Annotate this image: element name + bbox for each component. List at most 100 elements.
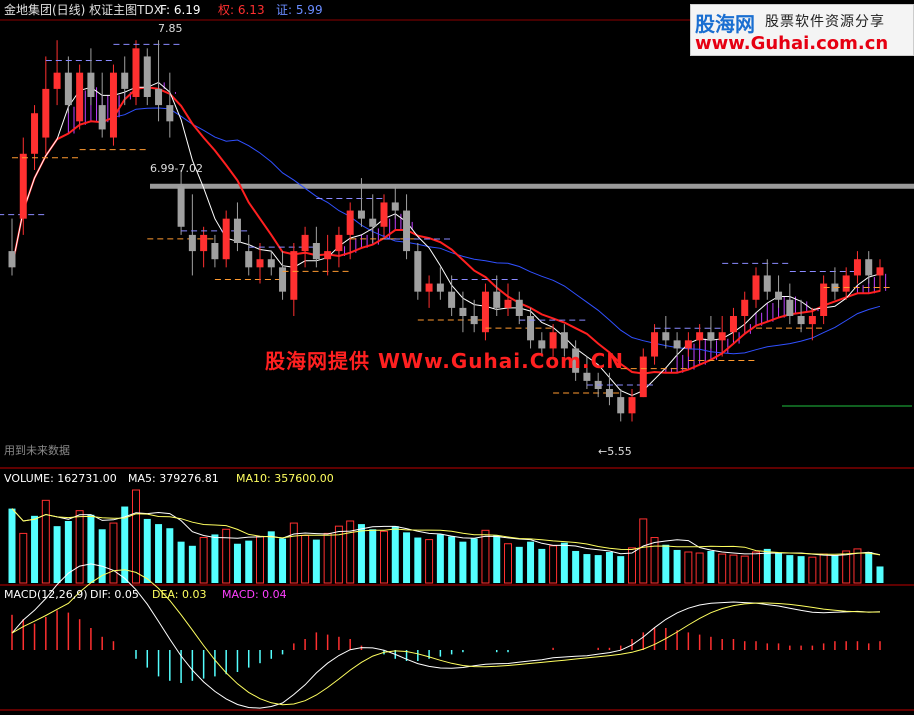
volume-bar: [448, 536, 456, 583]
volume-bar: [662, 544, 670, 583]
volume-bar: [87, 514, 95, 583]
volume-bar: [31, 515, 39, 583]
volume-bar: [605, 552, 613, 583]
candle-body: [504, 299, 512, 308]
candle-body: [842, 275, 850, 292]
volume-bar: [391, 526, 399, 583]
volume-bar: [459, 541, 467, 583]
candle-body: [820, 283, 828, 316]
candle-body: [763, 275, 771, 292]
volume-bar: [199, 537, 208, 584]
macd-dif-label: DIF: 0.05: [90, 588, 139, 601]
chart-title: 金地集团(日线) 权证主图TDX: [4, 2, 162, 17]
candle-body: [200, 234, 208, 252]
candle-body: [121, 72, 129, 89]
candle-body: [42, 88, 50, 138]
volume-bar: [177, 541, 185, 583]
volume-bar: [289, 522, 298, 584]
volume-bar: [143, 518, 151, 583]
candle-body: [312, 243, 320, 260]
candle-body: [808, 316, 816, 325]
candle-body: [459, 307, 467, 316]
volume-bar: [752, 551, 760, 584]
volume-bar: [53, 526, 61, 583]
volume-bar: [673, 549, 681, 583]
volume-bar: [729, 554, 738, 584]
candle-body: [865, 259, 873, 276]
volume-bar: [808, 556, 817, 584]
macd-dea-label: DEA: 0.03: [152, 588, 206, 601]
candle-body: [403, 210, 411, 252]
volume-bar: [380, 530, 388, 584]
volume-bar: [323, 532, 332, 584]
candle-body: [853, 259, 861, 276]
ma-red-line: [11, 86, 881, 375]
volume-bar: [256, 536, 264, 584]
candle-body: [414, 251, 422, 292]
volume-bar: [504, 543, 512, 584]
volume-bar: [188, 545, 196, 583]
candle-body: [155, 88, 163, 106]
volume-bar: [549, 545, 558, 584]
ma-blue-line: [11, 107, 881, 355]
volume-bar: [8, 508, 16, 583]
volume-bar: [560, 542, 568, 583]
candle-body: [696, 332, 704, 341]
volume-bar: [695, 552, 704, 584]
high-annotation: 7.85: [158, 22, 183, 35]
candle-body: [335, 234, 343, 252]
candle-body: [425, 283, 433, 292]
candle-body: [87, 72, 95, 97]
candle-body: [188, 234, 196, 252]
volume-bar: [842, 550, 851, 584]
volume-bar: [718, 553, 727, 584]
volume-bar: [684, 551, 693, 584]
volume-bar: [527, 541, 535, 583]
candle-body: [19, 153, 27, 219]
candle-body: [481, 291, 489, 333]
volume-bar: [233, 543, 241, 583]
future-data-note: 用到未来数据: [4, 443, 70, 457]
low-annotation: ←5.55: [598, 445, 632, 458]
candle-body: [290, 251, 298, 300]
volume-ma10-label: MA10: 357600.00: [236, 472, 334, 485]
candle-body: [707, 332, 715, 341]
volume-bar: [797, 556, 805, 583]
f-value: F: 6.19: [160, 3, 201, 17]
volume-bar: [639, 518, 648, 584]
volume-bar: [707, 550, 715, 583]
candle-body: [651, 332, 659, 357]
volume-bar: [481, 529, 490, 584]
candle-body: [380, 202, 388, 227]
candle-body: [775, 291, 783, 300]
candle-body: [515, 299, 523, 316]
volume-bar: [650, 537, 659, 584]
range-annotation: 6.99-7.02: [150, 162, 203, 175]
volume-ma5-label: MA5: 379276.81: [128, 472, 219, 485]
volume-bar: [369, 529, 377, 583]
volume-bar: [876, 566, 884, 583]
volume-bar: [740, 555, 749, 584]
macd-panel: [11, 563, 881, 709]
volume-bar: [763, 548, 771, 583]
candle-body: [132, 48, 140, 97]
candle-body: [718, 332, 726, 341]
volume-bar: [211, 534, 219, 583]
volume-bar: [583, 554, 591, 583]
center-watermark: 股海网提供 WWw.Guhai.Com.CN: [265, 349, 624, 373]
macd-value-label: MACD: 0.04: [222, 588, 287, 601]
candle-body: [617, 397, 625, 414]
volume-bar: [470, 538, 478, 583]
candle-body: [369, 218, 377, 227]
candle-body: [76, 72, 84, 122]
candle-body: [53, 72, 61, 89]
candle-body: [786, 299, 794, 316]
volume-bar: [617, 556, 625, 583]
volume-ma10-line: [11, 508, 881, 556]
volume-bar: [245, 540, 253, 583]
volume-bar: [155, 524, 163, 583]
volume-bar: [786, 555, 794, 583]
volume-bar: [132, 489, 140, 584]
candle-body: [752, 275, 760, 300]
volume-bar: [865, 552, 873, 583]
